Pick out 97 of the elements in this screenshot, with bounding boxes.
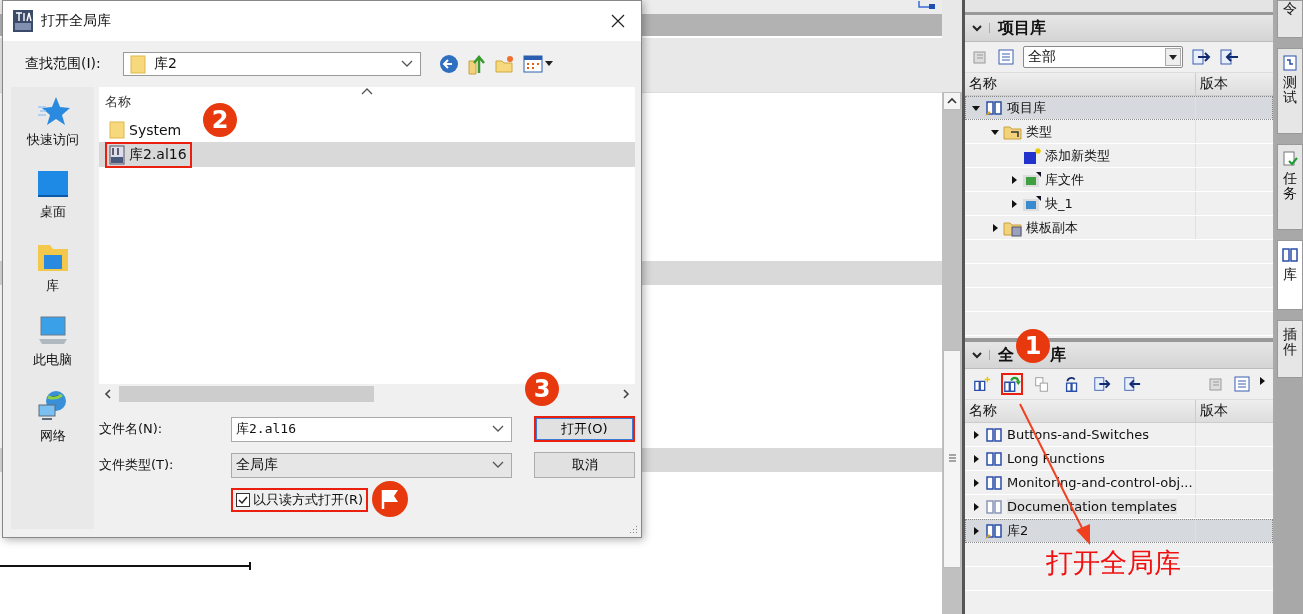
column-header[interactable]: 名称: [965, 400, 1195, 422]
side-tab[interactable]: 任务: [1277, 144, 1303, 230]
resize-grip-icon[interactable]: [628, 524, 638, 534]
chevron-down-icon: [491, 460, 505, 470]
section-header[interactable]: 项目库: [965, 15, 1273, 42]
filter-dropdown[interactable]: 全部: [1023, 46, 1183, 68]
dialog-title: 打开全局库: [41, 12, 112, 30]
book-icon: [984, 521, 1004, 540]
scroll-left-icon[interactable]: [103, 389, 113, 399]
file-type-label: 文件类型(T):: [99, 456, 175, 474]
read-only-checkbox[interactable]: 以只读方式打开(R): [231, 488, 369, 512]
tree-row[interactable]: 库2: [965, 519, 1273, 543]
new-folder-icon[interactable]: [495, 54, 515, 74]
expand-arrow-icon[interactable]: [971, 453, 981, 464]
import-icon[interactable]: [1219, 48, 1239, 66]
side-tab[interactable]: 令: [1277, 0, 1303, 38]
back-icon[interactable]: [439, 54, 459, 74]
tree-row[interactable]: 项目库: [965, 96, 1273, 120]
test-icon: [1282, 55, 1298, 71]
tree-row[interactable]: 库文件: [965, 168, 1273, 192]
file-type-dropdown[interactable]: 全局库: [231, 452, 512, 478]
view-menu-button[interactable]: [523, 55, 553, 73]
side-tab[interactable]: 测试: [1277, 48, 1303, 134]
file-name-field[interactable]: 库2.al16: [231, 416, 512, 442]
scrollbar[interactable]: [942, 92, 962, 614]
column-header[interactable]: 名称: [965, 73, 1195, 95]
scroll-right-icon[interactable]: [621, 389, 631, 399]
side-tab[interactable]: 库: [1277, 240, 1303, 310]
section-title: 全: [998, 344, 1014, 366]
look-in-label: 查找范围(I):: [25, 55, 102, 73]
caret-icon: [545, 61, 553, 67]
expand-arrow-icon[interactable]: [971, 477, 981, 488]
expand-arrow-icon[interactable]: [971, 501, 981, 512]
book-icon: [984, 98, 1004, 117]
file-icon: [109, 144, 125, 165]
tree-item-label: 块_1: [1045, 194, 1073, 213]
expand-arrow-icon[interactable]: [1009, 174, 1019, 185]
tree-item-label: 库2: [1007, 521, 1029, 540]
book-icon: [984, 473, 1004, 492]
tree-item-label: 模板副本: [1026, 218, 1078, 237]
tree-item-label: 添加新类型: [1045, 146, 1110, 165]
block-type-icon: [1022, 170, 1042, 189]
scroll-up-icon[interactable]: [943, 92, 961, 110]
expand-arrow-icon[interactable]: [990, 222, 1000, 233]
section-title: 项目库: [998, 17, 1046, 39]
app-icon: [13, 10, 33, 32]
window-icon[interactable]: [918, 0, 936, 10]
tree-row[interactable]: 类型: [965, 120, 1273, 144]
sort-caret-icon: [361, 87, 373, 95]
expand-arrow-icon[interactable]: [1009, 198, 1019, 209]
tree-item-label: 项目库: [1007, 98, 1046, 117]
toolbar-button[interactable]: [1001, 373, 1023, 395]
book-icon: [984, 425, 1004, 444]
side-tab[interactable]: 插件: [1277, 320, 1303, 378]
file-name-label: 文件名(N):: [99, 420, 164, 438]
book-icon: [984, 449, 1004, 468]
column-header[interactable]: 版本: [1195, 73, 1273, 95]
checkbox-icon: [236, 493, 250, 507]
place-item[interactable]: 快速访问: [26, 95, 79, 149]
book-icon: [984, 497, 1004, 516]
desktop-icon: [35, 169, 70, 199]
open-button[interactable]: 打开(O): [534, 416, 635, 442]
column-header[interactable]: 版本: [1195, 400, 1273, 422]
chevron-icon[interactable]: [971, 23, 990, 33]
star-icon: [35, 95, 70, 127]
expand-arrow-icon[interactable]: [971, 429, 981, 440]
annotation-caption: 打开全局库: [1046, 546, 1181, 580]
place-item[interactable]: 此电脑: [33, 315, 72, 369]
folder-icon: [130, 54, 146, 74]
cancel-button[interactable]: 取消: [534, 452, 635, 478]
export-icon[interactable]: [1191, 48, 1211, 66]
expand-arrow-icon[interactable]: [971, 525, 981, 536]
book-icon: [1281, 247, 1299, 263]
task-check-icon: [1282, 151, 1298, 167]
up-folder-icon[interactable]: [467, 53, 487, 75]
section-title: 库: [1050, 344, 1066, 366]
tree-row[interactable]: 添加新类型: [965, 144, 1273, 168]
tree-item-label: 类型: [1026, 122, 1052, 141]
view-grid-icon: [523, 55, 543, 73]
place-item[interactable]: 网络: [35, 389, 70, 445]
chevron-icon[interactable]: [971, 350, 990, 360]
add-type-icon: [1022, 146, 1042, 165]
place-item[interactable]: 桌面: [35, 169, 70, 221]
block-type-icon: [1022, 194, 1042, 213]
tree-row[interactable]: 块_1: [965, 192, 1273, 216]
tree-item-label: 库文件: [1045, 170, 1084, 189]
scroll-thumb[interactable]: [943, 350, 961, 568]
place-item[interactable]: 库: [35, 241, 70, 295]
look-in-dropdown[interactable]: 库2: [123, 52, 421, 76]
chevron-down-icon: [400, 59, 414, 69]
close-icon[interactable]: [611, 14, 625, 28]
folder-icon: [109, 119, 125, 140]
file-item[interactable]: System: [105, 116, 187, 143]
column-header[interactable]: 名称: [105, 93, 131, 111]
file-item[interactable]: 库2.al16: [105, 141, 192, 168]
flag-icon: [372, 481, 408, 517]
chevron-down-icon: [491, 424, 505, 434]
